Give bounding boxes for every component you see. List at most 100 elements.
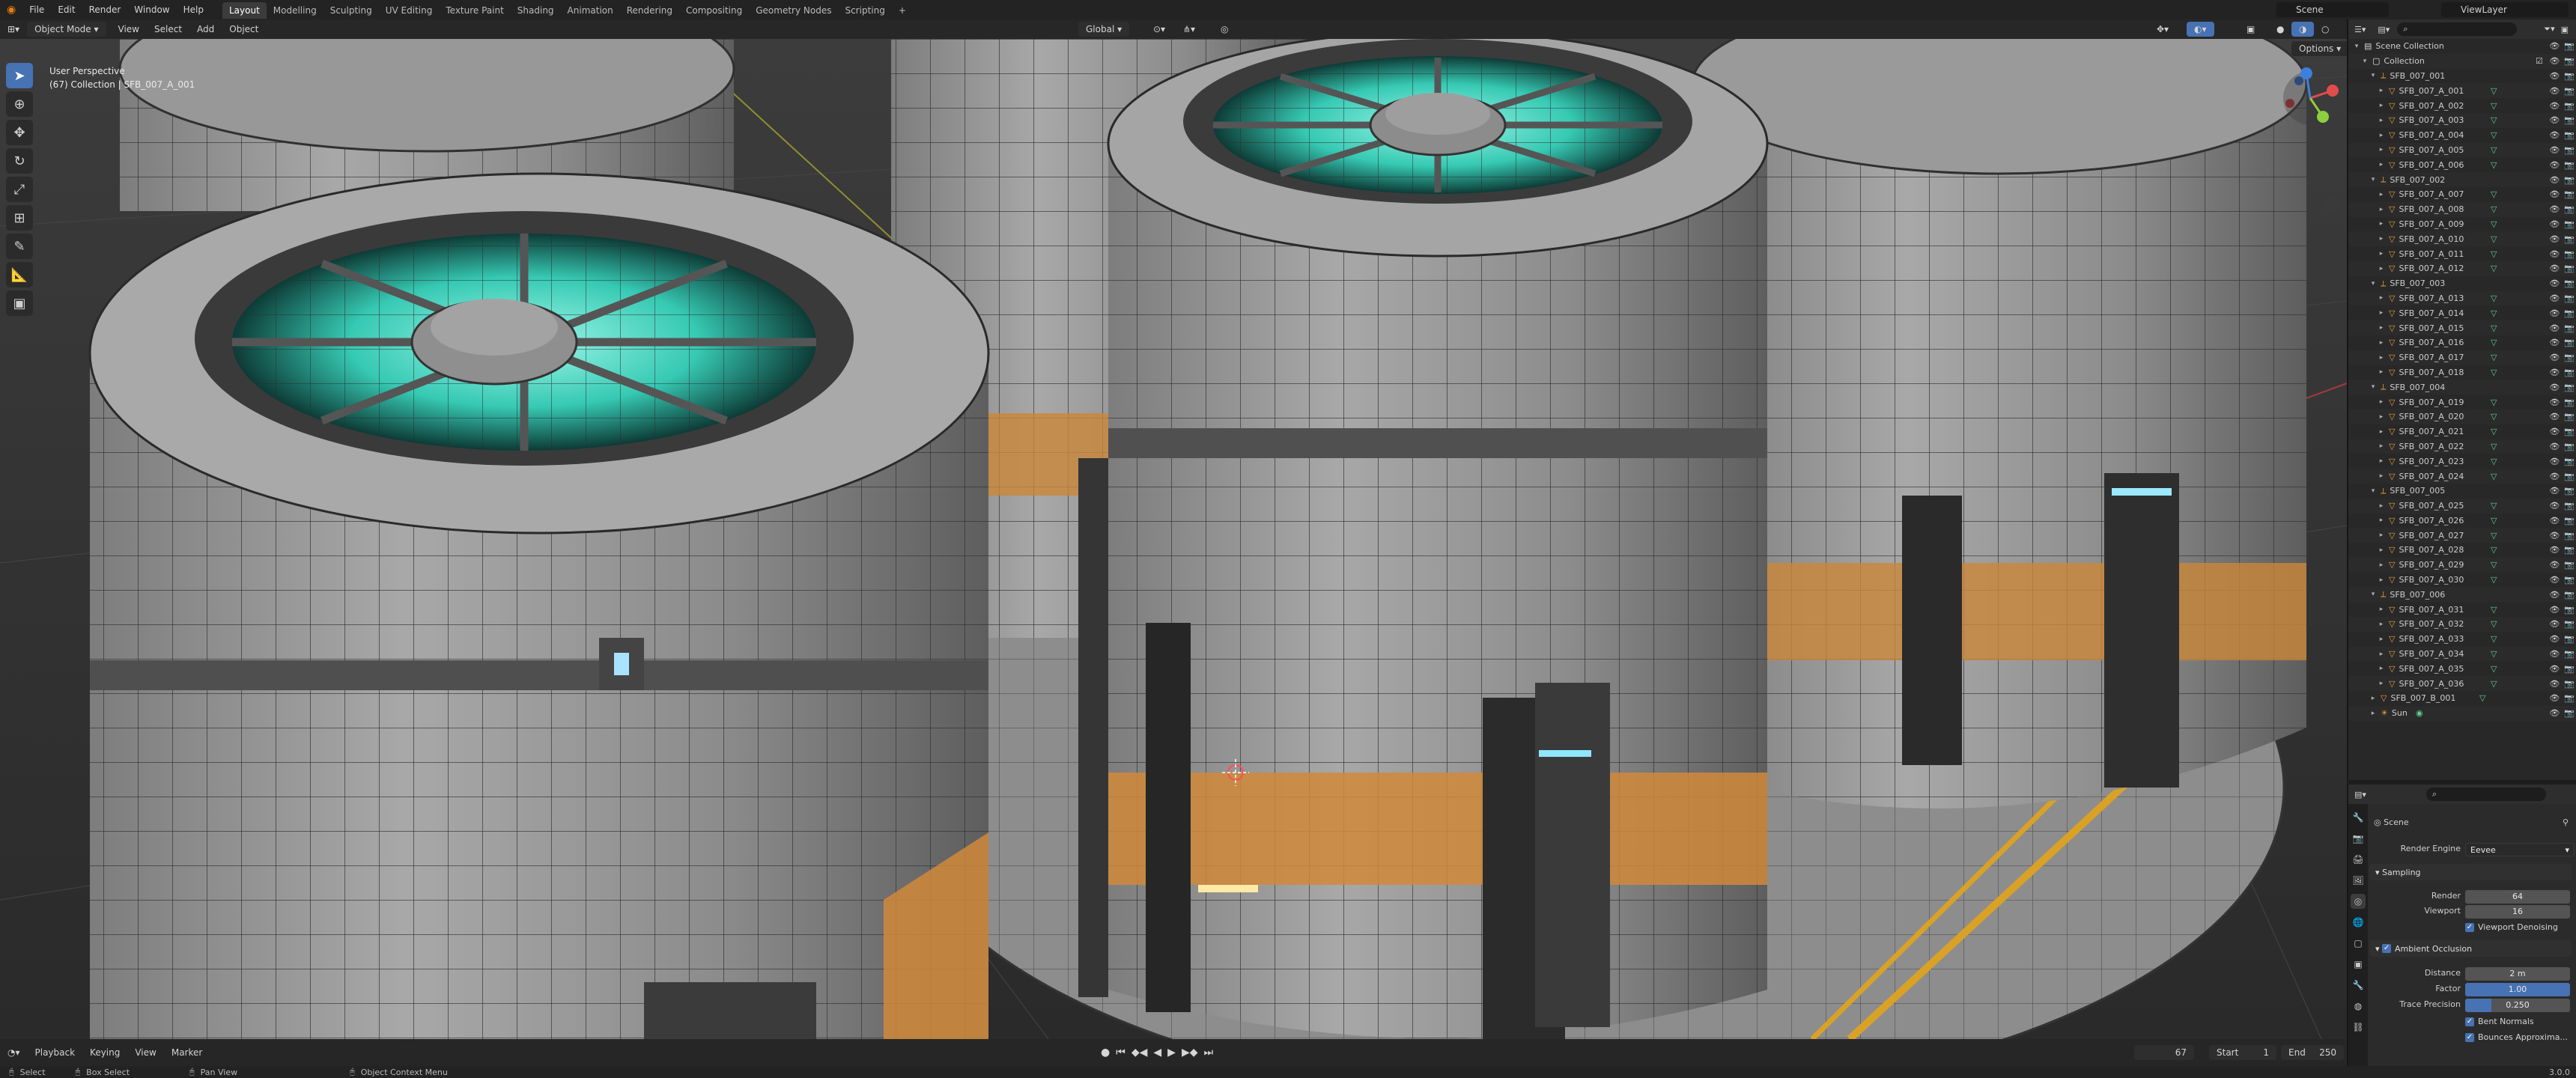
camera-icon[interactable]: 📷 bbox=[2564, 308, 2575, 318]
mesh-data-icon[interactable]: ▽ bbox=[2491, 575, 2497, 585]
move-tool-icon[interactable]: ✥ bbox=[6, 120, 33, 145]
shading-material-icon[interactable]: ◑ bbox=[2291, 22, 2315, 37]
mesh-data-icon[interactable]: ▽ bbox=[2491, 234, 2497, 244]
expand-arrow-icon[interactable]: ▸ bbox=[2378, 428, 2385, 436]
outliner-sun[interactable]: ▸ ☀ Sun ◉ 👁 📷 bbox=[2348, 705, 2576, 721]
camera-icon[interactable]: 📷 bbox=[2564, 560, 2575, 570]
expand-arrow-icon[interactable]: ▸ bbox=[2378, 413, 2385, 421]
scale-tool-icon[interactable]: ⤢ bbox=[6, 177, 33, 202]
camera-icon[interactable]: 📷 bbox=[2564, 278, 2575, 288]
eye-icon[interactable]: 👁 bbox=[2549, 531, 2560, 540]
expand-arrow-icon[interactable]: ▸ bbox=[2378, 636, 2385, 643]
mesh-data-icon[interactable]: ▽ bbox=[2491, 427, 2497, 436]
record-icon[interactable]: ● bbox=[1101, 1047, 1110, 1059]
outliner-object[interactable]: ▸ ▽ SFB_007_A_032 ▽ 👁 📷 bbox=[2348, 617, 2576, 632]
view-layer-selector[interactable]: ViewLayer bbox=[2441, 2, 2569, 17]
mesh-data-icon[interactable]: ▽ bbox=[2491, 412, 2497, 421]
outliner-object[interactable]: ▸ ▽ SFB_007_A_006 ▽ 👁 📷 bbox=[2348, 157, 2576, 172]
outliner-object[interactable]: ▸ ▽ SFB_007_A_004 ▽ 👁 📷 bbox=[2348, 128, 2576, 143]
eye-icon[interactable]: 👁 bbox=[2549, 41, 2560, 51]
mesh-data-icon[interactable]: ▽ bbox=[2491, 560, 2497, 570]
timeline-menu-view[interactable]: View bbox=[127, 1045, 163, 1060]
eye-icon[interactable]: 👁 bbox=[2549, 693, 2560, 703]
outliner-object[interactable]: ▸ ▽ SFB_007_A_009 ▽ 👁 📷 bbox=[2348, 217, 2576, 232]
mesh-data-icon[interactable]: ▽ bbox=[2491, 86, 2497, 96]
ao-enabled-checkbox[interactable]: ✓ bbox=[2382, 944, 2392, 953]
expand-arrow-icon[interactable]: ▸ bbox=[2378, 621, 2385, 628]
jump-end-icon[interactable]: ⏭ bbox=[1203, 1047, 1213, 1059]
outliner-object[interactable]: ▸ ▽ SFB_007_A_017 ▽ 👁 📷 bbox=[2348, 350, 2576, 365]
trace-precision-slider[interactable]: 0.250 bbox=[2465, 999, 2570, 1012]
eye-icon[interactable]: 👁 bbox=[2549, 486, 2560, 496]
bent-normals-checkbox[interactable]: ✓ Bent Normals bbox=[2465, 1017, 2534, 1026]
navigation-gizmo[interactable] bbox=[2276, 64, 2344, 222]
outliner-object[interactable]: ▸ ▽ SFB_007_A_003 ▽ 👁 📷 bbox=[2348, 112, 2576, 128]
mesh-data-icon[interactable]: ▽ bbox=[2491, 368, 2497, 377]
outliner-object[interactable]: ▸ ▽ SFB_007_A_005 ▽ 👁 📷 bbox=[2348, 142, 2576, 158]
outliner-object[interactable]: ▸ ▽ SFB_007_A_008 ▽ 👁 📷 bbox=[2348, 201, 2576, 217]
expand-arrow-icon[interactable]: ▸ bbox=[2378, 546, 2385, 554]
gizmo-toggle-icon[interactable]: ✥▾ bbox=[2149, 22, 2176, 37]
expand-arrow-icon[interactable]: ▸ bbox=[2378, 680, 2385, 687]
expand-arrow-icon[interactable]: ▸ bbox=[2378, 368, 2385, 376]
expand-arrow-icon[interactable]: ▸ bbox=[2378, 117, 2385, 124]
start-frame-field[interactable]: Start 1 bbox=[2209, 1045, 2276, 1060]
eye-icon[interactable]: 👁 bbox=[2549, 383, 2560, 392]
camera-icon[interactable]: 📷 bbox=[2564, 293, 2575, 303]
expand-arrow-icon[interactable]: ▸ bbox=[2378, 161, 2385, 168]
expand-arrow-icon[interactable]: ▸ bbox=[2378, 665, 2385, 672]
mesh-data-icon[interactable]: ▽ bbox=[2491, 101, 2497, 111]
viewport-menu-add[interactable]: Add bbox=[189, 22, 222, 37]
modifier-tab-icon[interactable]: 🔧 bbox=[2351, 978, 2366, 993]
camera-icon[interactable]: 📷 bbox=[2564, 56, 2575, 66]
eye-icon[interactable]: 👁 bbox=[2549, 86, 2560, 96]
light-data-icon[interactable]: ◉ bbox=[2416, 708, 2423, 718]
play-icon[interactable]: ▶ bbox=[1167, 1047, 1176, 1059]
expand-arrow-icon[interactable]: ▾ bbox=[2369, 176, 2377, 183]
outliner-object[interactable]: ▸ ▽ SFB_007_A_021 ▽ 👁 📷 bbox=[2348, 424, 2576, 439]
eye-icon[interactable]: 👁 bbox=[2549, 145, 2560, 155]
expand-arrow-icon[interactable]: ▸ bbox=[2378, 472, 2385, 480]
expand-arrow-icon[interactable]: ▸ bbox=[2378, 502, 2385, 510]
eye-icon[interactable]: 👁 bbox=[2549, 338, 2560, 347]
eye-icon[interactable]: 👁 bbox=[2549, 101, 2560, 111]
play-reverse-icon[interactable]: ◀ bbox=[1153, 1047, 1161, 1059]
mesh-data-icon[interactable]: ▽ bbox=[2491, 353, 2497, 362]
outliner-object[interactable]: ▸ ▽ SFB_007_A_001 ▽ 👁 📷 bbox=[2348, 83, 2576, 99]
overlay-toggle-icon[interactable]: ◐▾ bbox=[2187, 22, 2214, 37]
expand-arrow-icon[interactable]: ▸ bbox=[2378, 532, 2385, 539]
shading-rendered-icon[interactable]: ○ bbox=[2314, 22, 2336, 37]
eye-icon[interactable]: 👁 bbox=[2549, 398, 2560, 407]
factor-slider[interactable]: 1.00 bbox=[2465, 983, 2570, 996]
mesh-data-icon[interactable]: ▽ bbox=[2491, 634, 2497, 644]
current-frame-field[interactable]: 67 bbox=[2134, 1045, 2194, 1060]
outliner-object[interactable]: ▸ ▽ SFB_007_A_018 ▽ 👁 📷 bbox=[2348, 365, 2576, 380]
expand-arrow-icon[interactable]: ▸ bbox=[2378, 457, 2385, 465]
blender-logo-icon[interactable]: ◉ bbox=[0, 0, 22, 19]
camera-icon[interactable]: 📷 bbox=[2564, 457, 2575, 466]
tab-scripting[interactable]: Scripting bbox=[838, 2, 891, 19]
outliner-group[interactable]: ▾ ⟂ SFB_007_001 👁 📷 bbox=[2348, 69, 2576, 84]
camera-icon[interactable]: 📷 bbox=[2564, 264, 2575, 273]
eye-icon[interactable]: 👁 bbox=[2549, 516, 2560, 526]
outliner-object[interactable]: ▸ ▽ SFB_007_A_031 ▽ 👁 📷 bbox=[2348, 602, 2576, 617]
outliner-object[interactable]: ▸ ▽ SFB_007_A_020 ▽ 👁 📷 bbox=[2348, 409, 2576, 424]
prev-keyframe-icon[interactable]: ◆◀ bbox=[1131, 1047, 1148, 1059]
annotate-tool-icon[interactable]: ✎ bbox=[6, 234, 33, 259]
mesh-data-icon[interactable]: ▽ bbox=[2491, 323, 2497, 333]
camera-icon[interactable]: 📷 bbox=[2564, 575, 2575, 585]
camera-icon[interactable]: 📷 bbox=[2564, 693, 2575, 703]
outliner-object[interactable]: ▸ ▽ SFB_007_A_036 ▽ 👁 📷 bbox=[2348, 676, 2576, 692]
expand-arrow-icon[interactable]: ▾ bbox=[2369, 383, 2377, 391]
transform-tool-icon[interactable]: ⊞ bbox=[6, 205, 33, 231]
camera-icon[interactable]: 📷 bbox=[2564, 353, 2575, 362]
camera-icon[interactable]: 📷 bbox=[2564, 427, 2575, 436]
eye-icon[interactable]: 👁 bbox=[2549, 679, 2560, 689]
mesh-data-icon[interactable]: ▽ bbox=[2491, 249, 2497, 259]
expand-arrow-icon[interactable]: ▾ bbox=[2369, 487, 2377, 495]
expand-arrow-icon[interactable]: ▸ bbox=[2378, 250, 2385, 258]
eye-icon[interactable]: 👁 bbox=[2549, 71, 2560, 81]
outliner-object[interactable]: ▸ ▽ SFB_007_A_033 ▽ 👁 📷 bbox=[2348, 632, 2576, 647]
view-layer-tab-icon[interactable]: 🖼 bbox=[2351, 873, 2366, 888]
eye-icon[interactable]: 👁 bbox=[2549, 501, 2560, 511]
